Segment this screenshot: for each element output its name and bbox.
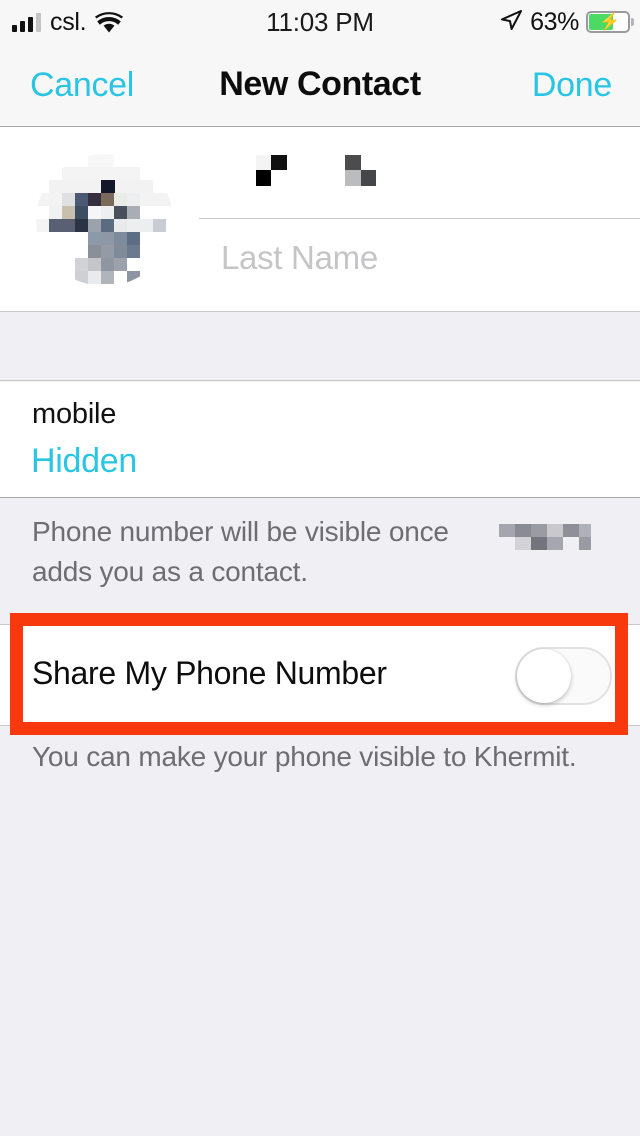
- phone-number-value[interactable]: Hidden: [31, 442, 137, 481]
- section-separator: [0, 311, 640, 381]
- share-phone-number-row[interactable]: Share My Phone Number: [0, 624, 640, 726]
- avatar[interactable]: [36, 154, 173, 286]
- phone-visibility-note-line1: Phone number will be visible once: [32, 516, 449, 547]
- phone-visibility-note-line2: adds you as a contact.: [32, 556, 308, 587]
- navigation-bar: Cancel New Contact Done: [0, 44, 640, 127]
- done-button[interactable]: Done: [532, 66, 612, 105]
- iphone-screen: csl. 11:03 PM 63% ⚡ Cancel New Contact D…: [0, 0, 640, 1136]
- first-name-field[interactable]: [199, 127, 640, 219]
- phone-visibility-note: Phone number will be visible once adds y…: [0, 499, 640, 613]
- battery-percent-label: 63%: [530, 7, 579, 36]
- phone-type-label: mobile: [32, 398, 117, 430]
- name-fields: Last Name: [199, 127, 640, 311]
- share-phone-number-toggle[interactable]: [515, 647, 612, 705]
- last-name-field[interactable]: Last Name: [199, 219, 640, 311]
- phone-row[interactable]: mobile Hidden: [0, 382, 640, 498]
- redacted-contact-name: [499, 518, 591, 550]
- share-phone-note-text: You can make your phone visible to Kherm…: [32, 741, 577, 772]
- first-name-redacted-value: [227, 155, 377, 186]
- share-phone-number-label: Share My Phone Number: [32, 655, 387, 691]
- battery-charging-icon: ⚡: [586, 11, 634, 33]
- location-arrow-icon: [499, 8, 523, 37]
- status-bar: csl. 11:03 PM 63% ⚡: [0, 0, 640, 44]
- contact-name-section: Last Name: [0, 127, 640, 311]
- share-phone-note: You can make your phone visible to Kherm…: [0, 736, 640, 786]
- last-name-placeholder: Last Name: [221, 239, 378, 276]
- status-bar-right: 63% ⚡: [499, 7, 634, 37]
- toggle-knob: [517, 649, 571, 703]
